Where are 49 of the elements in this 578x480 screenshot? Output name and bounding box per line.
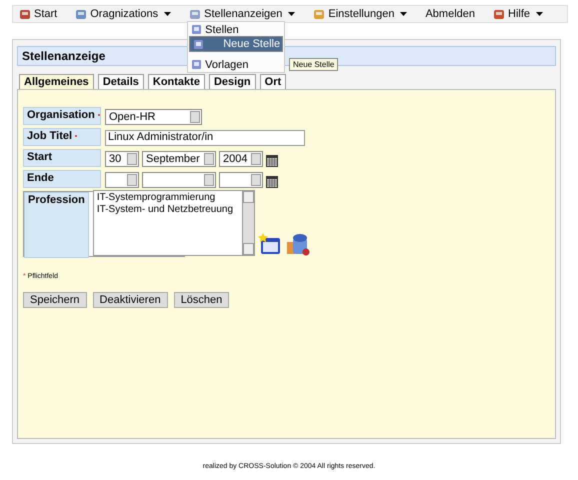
- tab[interactable]: Design: [208, 74, 256, 89]
- field-label: Profession: [24, 192, 89, 258]
- profession-list[interactable]: IT-Systemprogrammierung IT-System- und Netzbetreuung: [92, 190, 255, 256]
- calendar-icon[interactable]: [266, 176, 278, 188]
- caret-icon: [400, 12, 408, 16]
- dropdown-item[interactable]: Neue Stelle: [189, 36, 284, 52]
- caret-icon: [536, 12, 544, 16]
- tab[interactable]: Allgemeines: [19, 74, 94, 89]
- month-select[interactable]: September: [142, 151, 216, 167]
- month-select[interactable]: [142, 172, 216, 188]
- page-icon: [191, 59, 202, 70]
- field-label: Ende: [23, 170, 101, 188]
- field-label: Start: [23, 149, 101, 167]
- year-select[interactable]: 2004: [219, 151, 263, 167]
- dropdown-item[interactable]: Stellen: [189, 23, 284, 36]
- caret-icon: [288, 12, 296, 16]
- day-select[interactable]: 30: [105, 151, 139, 167]
- page-icon: [191, 24, 202, 35]
- database-icon[interactable]: [284, 232, 311, 256]
- form-button[interactable]: Speichern: [23, 292, 87, 308]
- tooltip: Neue Stelle: [289, 58, 338, 71]
- menu-icon: [19, 8, 31, 20]
- tab[interactable]: Details: [98, 74, 144, 89]
- caret-icon: [164, 12, 172, 16]
- list-item[interactable]: IT-System- und Netzbetreuung: [96, 204, 239, 216]
- menu-item[interactable]: Hilfe: [491, 6, 546, 22]
- day-select[interactable]: [105, 172, 139, 188]
- menu-item[interactable]: Abmelden: [423, 6, 478, 22]
- menu-icon: [493, 8, 506, 20]
- menu-icon: [189, 8, 202, 20]
- scrollbar[interactable]: [242, 191, 254, 255]
- form-button[interactable]: Löschen: [174, 292, 230, 308]
- field-label: Job Titel: [23, 128, 101, 146]
- menu-item[interactable]: Einstellungen: [311, 6, 410, 22]
- tab[interactable]: Kontakte: [148, 74, 205, 89]
- page-icon: [193, 38, 204, 50]
- new-window-icon[interactable]: [258, 232, 282, 256]
- list-item[interactable]: IT-Systemprogrammierung: [96, 192, 239, 204]
- calendar-icon[interactable]: [266, 155, 278, 167]
- field-label: Organisation: [23, 107, 101, 125]
- menu-icon: [313, 8, 326, 20]
- tab[interactable]: Ort: [260, 74, 286, 89]
- organisation-select[interactable]: Open-HR: [105, 109, 202, 125]
- menu-item[interactable]: Start: [17, 6, 60, 22]
- form-button[interactable]: Deaktivieren: [92, 292, 168, 308]
- menu-icon: [75, 8, 88, 20]
- job-title-field[interactable]: Linux Administrator/in: [105, 130, 305, 146]
- menu-item[interactable]: Oragnizations: [73, 6, 174, 22]
- year-select[interactable]: [219, 172, 263, 188]
